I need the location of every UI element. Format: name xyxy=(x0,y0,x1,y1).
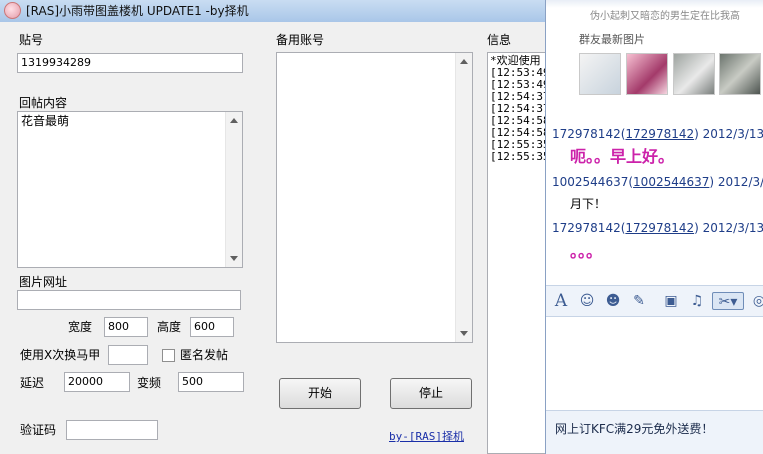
font-icon[interactable]: A xyxy=(552,292,570,310)
reply-scrollbar[interactable] xyxy=(225,112,242,267)
sender-id-link[interactable]: 172978142 xyxy=(625,221,694,235)
chat-message-header: 1002544637(1002544637) 2012/3/13 8 xyxy=(552,175,763,189)
credit-link[interactable]: by-[RAS]择机 xyxy=(389,430,464,443)
chat-input[interactable] xyxy=(546,318,763,410)
group-photo-thumb[interactable] xyxy=(673,53,715,95)
reply-content-text: 花音最萌 xyxy=(21,114,70,128)
scroll-down-icon[interactable] xyxy=(460,331,468,336)
image-icon[interactable]: ▣ xyxy=(662,292,680,310)
group-photo-thumb[interactable] xyxy=(719,53,761,95)
anonymous-label: 匿名发帖 xyxy=(180,348,229,362)
app-icon xyxy=(4,2,21,19)
group-photo-thumb[interactable] xyxy=(579,53,621,95)
switch-account-label: 使用X次换马甲 xyxy=(20,348,101,362)
sender-name: 172978142 xyxy=(552,127,621,141)
backup-accounts-textarea[interactable] xyxy=(276,52,473,343)
chat-signature-text: 伪小起刺又暗恋的男生定在比我高 xyxy=(590,11,740,22)
group-photos-label: 群友最新图片 xyxy=(579,33,645,46)
message-time: 2012/3/13 8: xyxy=(702,221,763,235)
scroll-up-icon[interactable] xyxy=(230,118,238,123)
ad-bar: 网上订KFC满29元免外送费！ xyxy=(546,410,763,454)
chat-message-text: 。。。 xyxy=(570,242,603,261)
chat-message-text: 呃。。早上好。 xyxy=(570,147,675,166)
window-title: [RAS]小雨带图盖楼机 UPDATE1 -by择机 xyxy=(26,4,249,18)
sender-name: 1002544637 xyxy=(552,175,629,189)
scroll-up-icon[interactable] xyxy=(460,59,468,64)
group-photo-thumb[interactable] xyxy=(626,53,668,95)
freq-input[interactable]: 500 xyxy=(178,372,244,392)
width-input[interactable]: 800 xyxy=(104,317,148,337)
chat-window[interactable]: 伪小起刺又暗恋的男生定在比我高 群友最新图片 172978142(1729781… xyxy=(545,0,763,454)
switch-count-input[interactable] xyxy=(108,345,148,365)
scroll-down-icon[interactable] xyxy=(230,256,238,261)
title-bar[interactable]: [RAS]小雨带图盖楼机 UPDATE1 -by择机 xyxy=(0,0,545,22)
image-url-label: 图片网址 xyxy=(19,275,68,289)
chat-message-header: 172978142(172978142) 2012/3/13 8: xyxy=(552,127,763,141)
sender-name: 172978142 xyxy=(552,221,621,235)
backup-scrollbar[interactable] xyxy=(455,53,472,342)
sender-id-link[interactable]: 172978142 xyxy=(625,127,694,141)
freq-label: 变频 xyxy=(137,376,162,390)
anonymous-checkbox[interactable] xyxy=(162,349,175,362)
image-url-input[interactable] xyxy=(17,290,241,310)
reply-content-label: 回帖内容 xyxy=(19,96,68,110)
height-input[interactable]: 600 xyxy=(190,317,234,337)
captcha-input[interactable] xyxy=(66,420,158,440)
chat-message-header: 172978142(172978142) 2012/3/13 8: xyxy=(552,221,763,235)
message-time: 2012/3/13 8 xyxy=(717,175,763,189)
tieba-label: 贴号 xyxy=(19,33,44,47)
delay-input[interactable]: 20000 xyxy=(64,372,130,392)
info-label: 信息 xyxy=(487,33,512,47)
backup-accounts-label: 备用账号 xyxy=(276,33,325,47)
stop-button[interactable]: 停止 xyxy=(390,378,472,409)
delay-label: 延迟 xyxy=(20,376,45,390)
music-icon[interactable]: ♫ xyxy=(688,292,706,310)
emoji-icon[interactable]: ☺ xyxy=(578,292,596,310)
edit-icon[interactable]: ✎ xyxy=(630,292,648,310)
width-label: 宽度 xyxy=(68,320,93,334)
start-button[interactable]: 开始 xyxy=(279,378,361,409)
magic-emoji-icon[interactable]: ☻ xyxy=(604,292,622,310)
info-log-lines: *欢迎使用 [12:53:49 [12:53:49 [12:54:37 [12:54:3… xyxy=(490,55,550,163)
reply-content-textarea[interactable]: 花音最萌 xyxy=(17,111,243,268)
more-icon[interactable]: ◎ xyxy=(750,292,763,310)
chat-message-text: 月下！ xyxy=(570,197,607,211)
captcha-label: 验证码 xyxy=(20,423,57,437)
screenshot-icon[interactable]: ✂▾ xyxy=(712,292,744,310)
sender-id-link[interactable]: 1002544637 xyxy=(633,175,709,189)
height-label: 高度 xyxy=(157,320,182,334)
message-time: 2012/3/13 8: xyxy=(702,127,763,141)
info-log-line: [12:55:35 xyxy=(490,150,550,163)
chat-top-strip xyxy=(546,0,763,8)
tieba-input[interactable]: 1319934289 xyxy=(17,53,243,73)
ad-link[interactable]: 网上订KFC满29元免外送费！ xyxy=(555,422,713,436)
